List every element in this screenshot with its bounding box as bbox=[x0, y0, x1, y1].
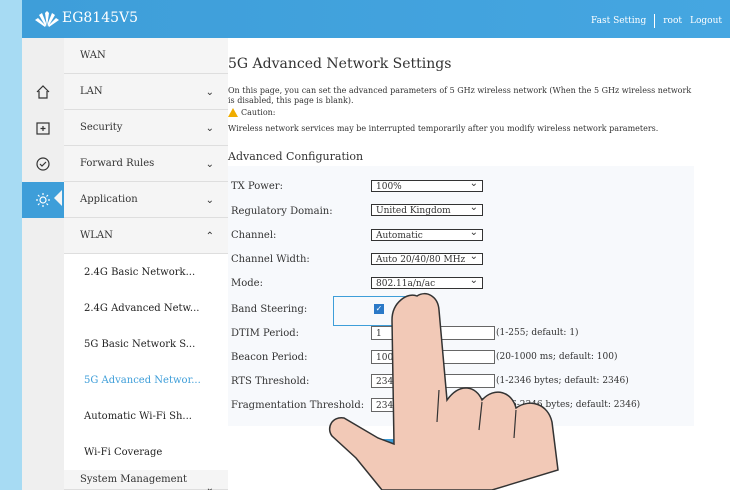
menu-item-lan[interactable]: LAN ⌄ bbox=[64, 74, 228, 110]
menu-item-wan[interactable]: WAN bbox=[64, 38, 228, 74]
user-link[interactable]: root bbox=[663, 16, 682, 26]
channel-width-select[interactable]: Auto 20/40/80 MHz bbox=[371, 251, 483, 265]
top-bar: EG8145V5 Fast Setting root Logout bbox=[22, 0, 730, 38]
submenu-5g-advanced[interactable]: 5G Advanced Networ... bbox=[64, 362, 228, 398]
rts-hint: (1-2346 bytes; default: 2346) bbox=[496, 376, 629, 386]
rts-threshold-label: RTS Threshold: bbox=[231, 376, 310, 387]
fragmentation-threshold-label: Fragmentation Threshold: bbox=[231, 400, 365, 411]
check-circle-button[interactable] bbox=[22, 146, 64, 182]
fragmentation-threshold-input[interactable]: 2346 bbox=[371, 398, 495, 412]
menu-item-label: Forward Rules bbox=[80, 158, 155, 169]
active-indicator bbox=[54, 190, 62, 206]
warning-icon bbox=[228, 108, 238, 117]
side-menu: WAN LAN ⌄ Security ⌄ Forward Rules ⌄ Applic… bbox=[64, 38, 228, 490]
submenu-label: Automatic Wi-Fi Sh... bbox=[84, 410, 192, 422]
section-title: Advanced Configuration bbox=[228, 150, 364, 163]
menu-item-label: LAN bbox=[80, 86, 103, 97]
mode-select[interactable]: 802.11a/n/ac bbox=[371, 275, 483, 289]
home-icon bbox=[36, 85, 50, 99]
chevron-down-icon: ⌄ bbox=[205, 159, 214, 170]
huawei-logo-icon bbox=[35, 11, 59, 27]
menu-item-label: System Management bbox=[80, 474, 188, 485]
caution-text: Caution: bbox=[241, 108, 276, 117]
top-links: Fast Setting root Logout bbox=[583, 14, 722, 28]
logout-link[interactable]: Logout bbox=[690, 16, 722, 26]
chevron-down-icon: ⌄ bbox=[205, 483, 214, 490]
menu-item-application[interactable]: Application ⌄ bbox=[64, 182, 228, 218]
submenu-label: 5G Advanced Networ... bbox=[84, 374, 201, 386]
add-box-button[interactable] bbox=[22, 110, 64, 146]
regulatory-domain-label: Regulatory Domain: bbox=[231, 206, 333, 217]
icon-sidebar bbox=[22, 38, 64, 490]
separator bbox=[654, 14, 656, 28]
submenu-auto-wifi[interactable]: Automatic Wi-Fi Sh... bbox=[64, 398, 228, 434]
dtim-period-input[interactable]: 1 bbox=[371, 326, 495, 340]
dtim-hint: (1-255; default: 1) bbox=[496, 328, 579, 338]
channel-select[interactable]: Automatic bbox=[371, 227, 483, 241]
apply-button[interactable]: Ap bbox=[375, 439, 457, 465]
chevron-up-icon: ⌃ bbox=[205, 231, 214, 242]
submenu-2g-basic[interactable]: 2.4G Basic Network... bbox=[64, 254, 228, 290]
submenu-label: 2.4G Advanced Netw... bbox=[84, 302, 200, 314]
menu-item-label: Application bbox=[80, 194, 138, 205]
mode-label: Mode: bbox=[231, 278, 263, 289]
channel-label: Channel: bbox=[231, 230, 277, 241]
beacon-period-input[interactable]: 100 bbox=[371, 350, 495, 364]
chevron-down-icon: ⌄ bbox=[205, 123, 214, 134]
gear-icon bbox=[36, 193, 50, 207]
channel-width-label: Channel Width: bbox=[231, 254, 310, 265]
add-box-icon bbox=[36, 122, 50, 135]
menu-item-label: Security bbox=[80, 122, 123, 133]
beacon-hint: (20-1000 ms; default: 100) bbox=[496, 352, 618, 362]
menu-item-system-management[interactable]: System Management ⌄ bbox=[64, 470, 228, 490]
menu-item-forward-rules[interactable]: Forward Rules ⌄ bbox=[64, 146, 228, 182]
page-title: 5G Advanced Network Settings bbox=[228, 56, 452, 72]
page-description: On this page, you can set the advanced p… bbox=[228, 86, 692, 105]
fragmentation-hint: (256-2346 bytes; default: 2346) bbox=[496, 400, 641, 410]
submenu-2g-advanced[interactable]: 2.4G Advanced Netw... bbox=[64, 290, 228, 326]
dtim-period-label: DTIM Period: bbox=[231, 328, 300, 339]
submenu-wifi-coverage[interactable]: Wi-Fi Coverage bbox=[64, 434, 228, 470]
chevron-down-icon: ⌄ bbox=[205, 195, 214, 206]
rts-threshold-input[interactable]: 2346 bbox=[371, 374, 495, 388]
submenu-5g-basic[interactable]: 5G Basic Network S... bbox=[64, 326, 228, 362]
check-circle-icon bbox=[36, 157, 50, 171]
submenu-label: 2.4G Basic Network... bbox=[84, 266, 196, 278]
caution-label: Caution: bbox=[228, 108, 275, 117]
advanced-config-panel: TX Power: 100% Regulatory Domain: United… bbox=[228, 166, 694, 426]
beacon-period-label: Beacon Period: bbox=[231, 352, 308, 363]
tx-power-select[interactable]: 100% bbox=[371, 178, 483, 192]
chevron-down-icon: ⌄ bbox=[205, 87, 214, 98]
band-steering-checkbox[interactable]: ✓ bbox=[374, 304, 384, 314]
home-button[interactable] bbox=[22, 74, 64, 110]
left-background-strip bbox=[0, 0, 22, 490]
menu-item-label: WLAN bbox=[80, 230, 113, 241]
submenu-label: 5G Basic Network S... bbox=[84, 338, 196, 350]
menu-item-label: WAN bbox=[80, 50, 106, 61]
product-name: EG8145V5 bbox=[62, 10, 139, 26]
tx-power-label: TX Power: bbox=[231, 181, 283, 192]
band-steering-label: Band Steering: bbox=[231, 304, 308, 315]
fast-setting-link[interactable]: Fast Setting bbox=[591, 16, 646, 26]
submenu-label: Wi-Fi Coverage bbox=[84, 446, 163, 458]
caution-note: Wireless network services may be interru… bbox=[228, 124, 659, 133]
regulatory-domain-select[interactable]: United Kingdom bbox=[371, 202, 483, 216]
menu-item-wlan[interactable]: WLAN ⌃ bbox=[64, 218, 228, 254]
menu-item-security[interactable]: Security ⌄ bbox=[64, 110, 228, 146]
router-window: EG8145V5 Fast Setting root Logout WAN LA… bbox=[22, 0, 730, 490]
main-content: 5G Advanced Network Settings On this pag… bbox=[228, 38, 730, 490]
